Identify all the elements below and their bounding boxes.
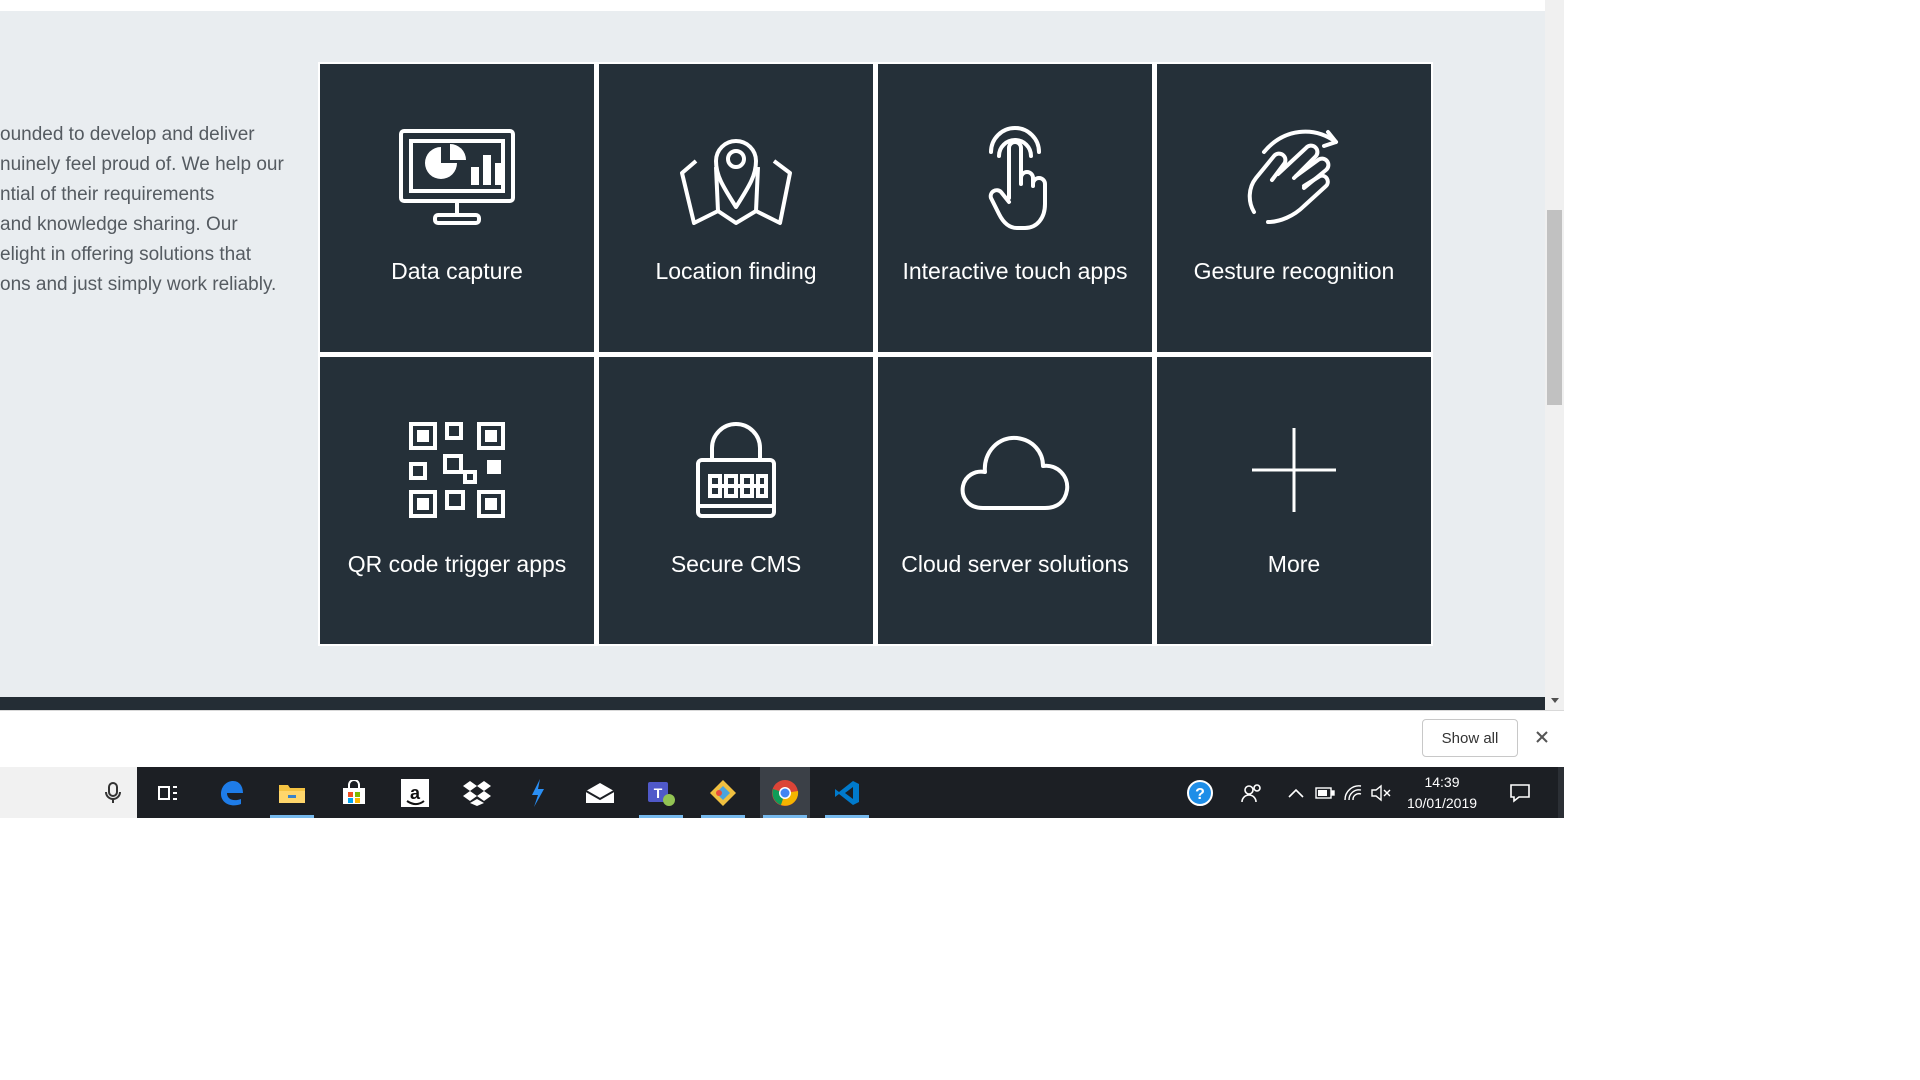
svg-text:T: T	[654, 785, 663, 801]
cloud-icon	[955, 415, 1075, 525]
tile-interactive-touch-apps[interactable]: Interactive touch apps	[878, 64, 1152, 352]
amazon-icon[interactable]: a	[390, 767, 440, 818]
clock-date: 10/01/2019	[1406, 794, 1478, 811]
chrome-icon[interactable]	[760, 767, 810, 818]
browser-viewport: ounded to develop and deliver nuinely fe…	[0, 0, 1564, 710]
map-pin-icon	[676, 122, 796, 232]
file-explorer-icon[interactable]	[267, 767, 317, 818]
svg-text:?: ?	[1195, 786, 1205, 803]
tile-secure-cms[interactable]: Secure CMS	[599, 356, 873, 644]
show-desktop-button[interactable]	[1558, 767, 1564, 818]
tile-label: Gesture recognition	[1193, 258, 1395, 284]
intro-line: ntial of their requirements	[0, 184, 215, 205]
volume-muted-icon[interactable]	[1368, 767, 1394, 818]
vscode-icon[interactable]	[822, 767, 872, 818]
clock[interactable]: 14:39 10/01/2019	[1400, 767, 1484, 818]
download-shelf: Show all	[0, 710, 1564, 767]
qr-code-icon	[407, 415, 507, 525]
intro-line: nuinely feel proud of. We help our	[0, 154, 284, 175]
visual-studio-icon[interactable]	[513, 767, 563, 818]
intro-line: ounded to develop and deliver	[0, 124, 255, 145]
edge-icon[interactable]	[206, 767, 256, 818]
tile-label: Interactive touch apps	[902, 258, 1128, 284]
clock-time: 14:39	[1424, 773, 1460, 790]
dropbox-icon[interactable]	[452, 767, 502, 818]
scroll-down-arrow-icon[interactable]	[1545, 692, 1564, 710]
mail-icon[interactable]	[575, 767, 625, 818]
tile-data-capture[interactable]: Data capture	[320, 64, 594, 352]
tile-label: Data capture	[391, 258, 523, 284]
header-strip	[0, 0, 1545, 11]
intro-line: and knowledge sharing. Our	[0, 214, 238, 235]
wifi-icon[interactable]	[1340, 767, 1366, 818]
people-icon[interactable]	[1236, 767, 1268, 818]
microphone-icon[interactable]	[88, 767, 138, 818]
features-grid: Data capture Location finding Interactiv…	[318, 62, 1433, 646]
teams-icon[interactable]: T	[636, 767, 686, 818]
chevron-up-icon[interactable]	[1284, 767, 1308, 818]
tile-more[interactable]: More	[1157, 356, 1431, 644]
tile-label: Location finding	[655, 258, 817, 284]
windows-taskbar: a T ? 14:39 10/01/2019	[0, 767, 1564, 818]
gesture-hand-icon	[1234, 122, 1354, 232]
tile-qr-code-trigger-apps[interactable]: QR code trigger apps	[320, 356, 594, 644]
tile-location-finding[interactable]: Location finding	[599, 64, 873, 352]
notification-icon[interactable]	[1500, 767, 1540, 818]
intro-line: ons and just simply work reliably.	[0, 274, 277, 295]
tile-label: Cloud server solutions	[901, 550, 1129, 577]
intro-line: elight in offering solutions that	[0, 244, 252, 265]
tile-gesture-recognition[interactable]: Gesture recognition	[1157, 64, 1431, 352]
monitor-chart-icon	[397, 122, 517, 232]
git-icon[interactable]	[698, 767, 748, 818]
store-icon[interactable]	[329, 767, 379, 818]
tile-cloud-server-solutions[interactable]: Cloud server solutions	[878, 356, 1152, 644]
svg-text:a: a	[410, 783, 421, 803]
show-all-button[interactable]: Show all	[1422, 719, 1518, 757]
tile-label: QR code trigger apps	[347, 550, 567, 577]
close-icon[interactable]	[1530, 725, 1554, 749]
plus-icon	[1244, 415, 1344, 525]
intro-paragraph: ounded to develop and deliver nuinely fe…	[0, 120, 300, 300]
help-icon[interactable]: ?	[1180, 767, 1220, 818]
touch-hand-icon	[955, 122, 1075, 232]
page-footer-edge	[0, 697, 1545, 710]
scrollbar-thumb[interactable]	[1547, 210, 1562, 405]
task-view-icon[interactable]	[143, 767, 193, 818]
tile-label: More	[1267, 550, 1321, 577]
tile-label: Secure CMS	[670, 550, 802, 577]
battery-icon[interactable]	[1312, 767, 1338, 818]
taskbar-search-area[interactable]	[0, 767, 137, 818]
padlock-icon	[686, 415, 786, 525]
